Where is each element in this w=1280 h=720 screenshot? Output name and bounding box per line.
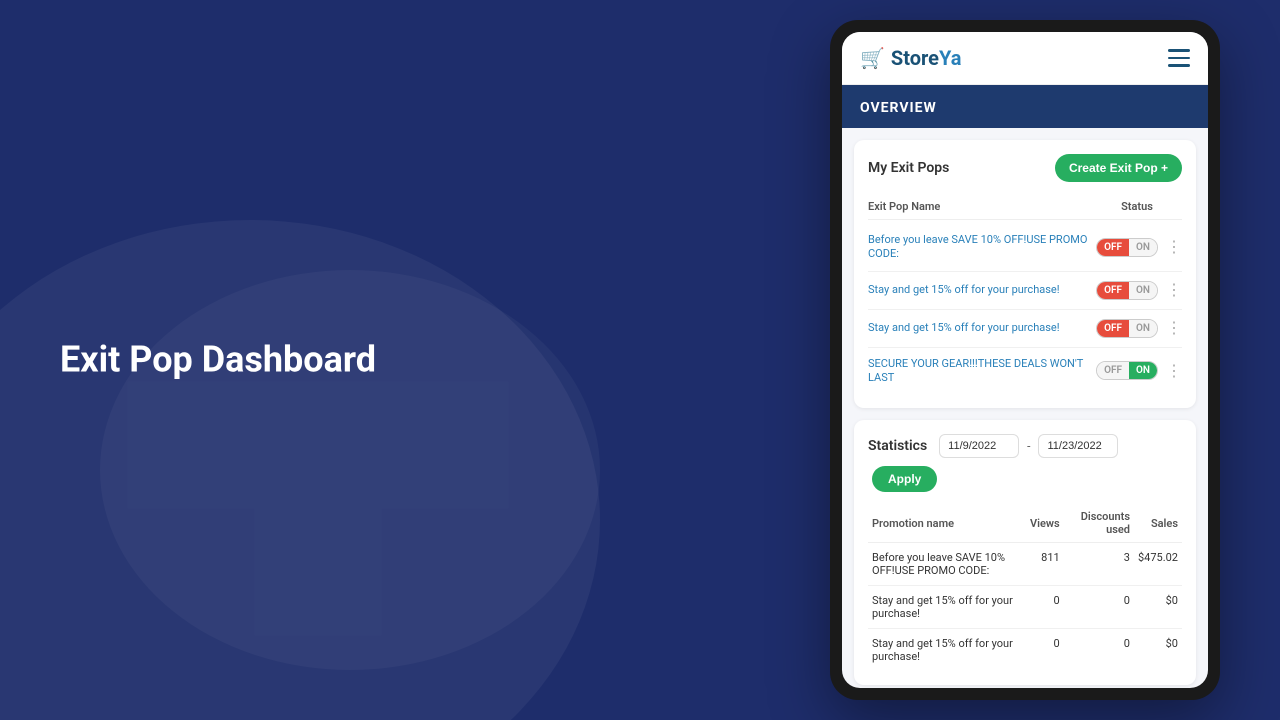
col-discounts-header: Discounts used — [1064, 504, 1134, 543]
statistics-title: Statistics — [868, 438, 927, 454]
exit-pops-table-header: Exit Pop Name Status — [868, 194, 1182, 220]
logo-text: StoreYa — [891, 46, 962, 70]
create-exit-pop-button[interactable]: Create Exit Pop + — [1055, 154, 1182, 182]
hamburger-menu-button[interactable] — [1168, 49, 1190, 67]
toggle-control-2: OFF ON ⋮ — [1096, 281, 1182, 300]
col-sales-header: Sales — [1134, 504, 1182, 543]
stats-sales-1: $475.02 — [1134, 543, 1182, 586]
overview-bar: OVERVIEW — [842, 85, 1208, 128]
exit-pop-name-2: Stay and get 15% off for your purchase! — [868, 283, 1096, 297]
toggle-off-2[interactable]: OFF — [1097, 282, 1129, 299]
more-options-icon-3[interactable]: ⋮ — [1162, 320, 1182, 336]
logo-area: 🛒 StoreYa — [860, 46, 961, 70]
exit-pops-header: My Exit Pops Create Exit Pop + — [868, 154, 1182, 182]
toggle-on-3[interactable]: ON — [1129, 320, 1157, 337]
exit-pop-row: Stay and get 15% off for your purchase! … — [868, 272, 1182, 310]
screen-content: My Exit Pops Create Exit Pop + Exit Pop … — [842, 128, 1208, 688]
more-options-icon-1[interactable]: ⋮ — [1162, 239, 1182, 255]
date-to-input[interactable] — [1038, 434, 1118, 458]
stats-promo-name-3: Stay and get 15% off for your purchase! — [868, 629, 1026, 672]
toggle-on-1[interactable]: ON — [1129, 239, 1157, 256]
exit-pops-card: My Exit Pops Create Exit Pop + Exit Pop … — [854, 140, 1196, 408]
statistics-card: Statistics - Apply Promotion name Views … — [854, 420, 1196, 685]
toggle-track-4[interactable]: OFF ON — [1096, 361, 1158, 380]
stats-row: Stay and get 15% off for your purchase! … — [868, 629, 1182, 672]
date-separator: - — [1027, 439, 1030, 453]
toggle-track-3[interactable]: OFF ON — [1096, 319, 1158, 338]
toggle-control-1: OFF ON ⋮ — [1096, 238, 1182, 257]
app-header: 🛒 StoreYa — [842, 32, 1208, 85]
phone-screen: 🛒 StoreYa OVERVIEW My Exit Pops Create E… — [842, 32, 1208, 688]
wave-2 — [100, 270, 600, 670]
hamburger-line-1 — [1168, 49, 1190, 52]
overview-label: OVERVIEW — [860, 100, 937, 116]
hamburger-line-2 — [1168, 57, 1190, 60]
exit-pop-name-4: SECURE YOUR GEAR!!!THESE DEALS WON'T LAS… — [868, 357, 1096, 386]
stats-row: Stay and get 15% off for your purchase! … — [868, 586, 1182, 629]
stats-views-2: 0 — [1026, 586, 1064, 629]
more-options-icon-4[interactable]: ⋮ — [1162, 363, 1182, 379]
stats-views-1: 811 — [1026, 543, 1064, 586]
stats-sales-3: $0 — [1134, 629, 1182, 672]
cart-icon: 🛒 — [860, 46, 885, 70]
hamburger-line-3 — [1168, 64, 1190, 67]
col-status-header: Status — [1092, 200, 1182, 213]
apply-button[interactable]: Apply — [872, 466, 937, 492]
exit-pop-row: SECURE YOUR GEAR!!!THESE DEALS WON'T LAS… — [868, 348, 1182, 395]
toggle-track-1[interactable]: OFF ON — [1096, 238, 1158, 257]
toggle-control-4: OFF ON ⋮ — [1096, 361, 1182, 380]
phone-frame: 🛒 StoreYa OVERVIEW My Exit Pops Create E… — [830, 20, 1220, 700]
stats-discounts-3: 0 — [1064, 629, 1134, 672]
exit-pops-title: My Exit Pops — [868, 160, 949, 176]
toggle-off-1[interactable]: OFF — [1097, 239, 1129, 256]
stats-sales-2: $0 — [1134, 586, 1182, 629]
toggle-on-4[interactable]: ON — [1129, 362, 1157, 379]
exit-pop-row: Before you leave SAVE 10% OFF!USE PROMO … — [868, 224, 1182, 272]
toggle-on-2[interactable]: ON — [1129, 282, 1157, 299]
statistics-table: Promotion name Views Discounts used Sale… — [868, 504, 1182, 671]
col-promotion-header: Promotion name — [868, 504, 1026, 543]
stats-views-3: 0 — [1026, 629, 1064, 672]
exit-pop-row: Stay and get 15% off for your purchase! … — [868, 310, 1182, 348]
logo-store: Store — [891, 46, 939, 70]
date-from-input[interactable] — [939, 434, 1019, 458]
stats-discounts-1: 3 — [1064, 543, 1134, 586]
logo-ya: Ya — [939, 46, 961, 70]
stats-promo-name-1: Before you leave SAVE 10% OFF!USE PROMO … — [868, 543, 1026, 586]
toggle-off-4[interactable]: OFF — [1097, 362, 1129, 379]
stats-row: Before you leave SAVE 10% OFF!USE PROMO … — [868, 543, 1182, 586]
exit-pop-name-3: Stay and get 15% off for your purchase! — [868, 321, 1096, 335]
exit-pop-name-1: Before you leave SAVE 10% OFF!USE PROMO … — [868, 233, 1096, 262]
page-main-title: Exit Pop Dashboard — [60, 338, 376, 381]
more-options-icon-2[interactable]: ⋮ — [1162, 282, 1182, 298]
col-views-header: Views — [1026, 504, 1064, 543]
toggle-off-3[interactable]: OFF — [1097, 320, 1129, 337]
statistics-header: Statistics - Apply — [868, 434, 1182, 492]
col-name-header: Exit Pop Name — [868, 200, 1092, 213]
stats-promo-name-2: Stay and get 15% off for your purchase! — [868, 586, 1026, 629]
toggle-track-2[interactable]: OFF ON — [1096, 281, 1158, 300]
stats-discounts-2: 0 — [1064, 586, 1134, 629]
toggle-control-3: OFF ON ⋮ — [1096, 319, 1182, 338]
